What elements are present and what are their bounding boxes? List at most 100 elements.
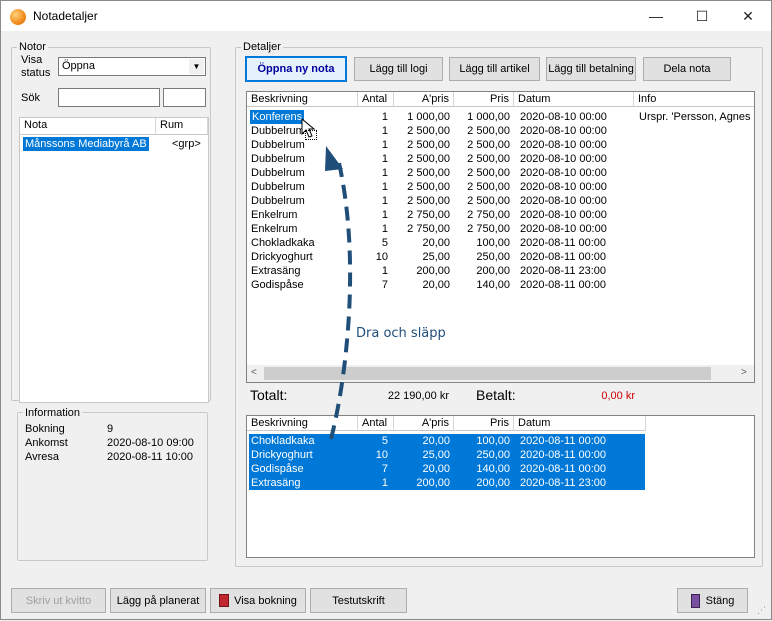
details-cell-pris[interactable]: 200,00 [454,264,510,278]
split-cell-pris[interactable]: 250,00 [454,448,510,462]
split-cell-apris[interactable]: 20,00 [394,462,450,476]
col-info[interactable]: Info [634,92,754,107]
search-input[interactable] [58,88,160,107]
split-cell-antal[interactable]: 7 [358,462,388,476]
details-cell-apris[interactable]: 2 500,00 [394,166,450,180]
details-cell-datum[interactable]: 2020-08-10 00:00 [520,152,630,166]
details-cell-desc[interactable]: Drickyoghurt [251,250,351,264]
split-cell-pris[interactable]: 100,00 [454,434,510,448]
add-artikel-button[interactable]: Lägg till artikel [449,57,540,81]
split-cell-apris[interactable]: 200,00 [394,476,450,490]
split-cell-datum[interactable]: 2020-08-11 00:00 [520,448,630,462]
details-cell-desc[interactable]: Enkelrum [251,208,351,222]
details-cell-datum[interactable]: 2020-08-10 00:00 [520,166,630,180]
horizontal-scrollbar[interactable]: < > [247,365,754,382]
details-cell-datum[interactable]: 2020-08-10 00:00 [520,138,630,152]
details-cell-pris[interactable]: 250,00 [454,250,510,264]
split-cell-pris[interactable]: 200,00 [454,476,510,490]
open-new-nota-button[interactable]: Öppna ny nota [245,56,347,82]
scroll-right-icon[interactable]: > [741,367,747,378]
split-cell-antal[interactable]: 1 [358,476,388,490]
scroll-left-icon[interactable]: < [251,367,257,378]
details-cell-desc[interactable]: Dubbelrum [251,194,351,208]
details-cell-datum[interactable]: 2020-08-11 00:00 [520,236,630,250]
split-cell-datum[interactable]: 2020-08-11 00:00 [520,462,630,476]
details-cell-info[interactable]: Urspr. 'Persson, Agnes ( [639,110,754,124]
details-cell-antal[interactable]: 1 [358,138,388,152]
dela-nota-button[interactable]: Dela nota [643,57,731,81]
details-cell-apris[interactable]: 1 000,00 [394,110,450,124]
split-cell-antal[interactable]: 5 [358,434,388,448]
details-cell-antal[interactable]: 1 [358,180,388,194]
resize-grip-icon[interactable]: ⋰ [757,605,766,616]
nota-header[interactable]: Nota [20,118,156,135]
details-cell-apris[interactable]: 20,00 [394,278,450,292]
col-apris[interactable]: A'pris [394,92,454,107]
details-cell-datum[interactable]: 2020-08-10 00:00 [520,180,630,194]
details-cell-antal[interactable]: 1 [358,110,388,124]
split-cell-datum[interactable]: 2020-08-11 00:00 [520,434,630,448]
nota-list[interactable]: Nota Rum Månssons Mediabyrå AB <grp> [19,117,209,403]
add-logi-button[interactable]: Lägg till logi [354,57,443,81]
nota-row-name[interactable]: Månssons Mediabyrå AB [23,137,149,151]
chevron-down-icon[interactable]: ▼ [189,59,204,74]
details-cell-pris[interactable]: 100,00 [454,236,510,250]
details-cell-pris[interactable]: 1 000,00 [454,110,510,124]
details-cell-apris[interactable]: 2 500,00 [394,180,450,194]
details-cell-pris[interactable]: 2 500,00 [454,194,510,208]
details-cell-apris[interactable]: 200,00 [394,264,450,278]
details-cell-desc[interactable]: Enkelrum [251,222,351,236]
rum-header[interactable]: Rum [156,118,208,135]
title-bar[interactable]: Notadetaljer — ☐ ✕ [1,1,771,31]
details-cell-datum[interactable]: 2020-08-11 23:00 [520,264,630,278]
maximize-button[interactable]: ☐ [679,1,725,31]
details-cell-datum[interactable]: 2020-08-11 00:00 [520,278,630,292]
col-antal[interactable]: Antal [358,92,394,107]
details-cell-datum[interactable]: 2020-08-10 00:00 [520,208,630,222]
close-button[interactable]: ✕ [725,1,771,31]
details-cell-desc[interactable]: Dubbelrum [251,138,351,152]
details-cell-antal[interactable]: 1 [358,152,388,166]
split-cell-desc[interactable]: Chokladkaka [251,434,351,448]
details-cell-apris[interactable]: 2 750,00 [394,208,450,222]
details-cell-antal[interactable]: 10 [358,250,388,264]
details-cell-pris[interactable]: 2 500,00 [454,124,510,138]
col-datum[interactable]: Datum [514,92,634,107]
close-dialog-button[interactable]: Stäng [677,588,748,613]
details-cell-apris[interactable]: 2 500,00 [394,152,450,166]
add-betalning-button[interactable]: Lägg till betalning [546,57,636,81]
split-cell-apris[interactable]: 25,00 [394,448,450,462]
print-receipt-button[interactable]: Skriv ut kvitto [11,588,106,613]
details-cell-apris[interactable]: 2 500,00 [394,138,450,152]
details-cell-desc[interactable]: Godispåse [251,278,351,292]
details-cell-pris[interactable]: 2 500,00 [454,180,510,194]
details-cell-antal[interactable]: 1 [358,264,388,278]
details-cell-antal[interactable]: 1 [358,222,388,236]
split-col-datum[interactable]: Datum [514,416,646,431]
search-input-secondary[interactable] [163,88,206,107]
split-cell-desc[interactable]: Extrasäng [251,476,351,490]
details-cell-datum[interactable]: 2020-08-10 00:00 [520,222,630,236]
nota-row-rum[interactable]: <grp> [172,137,201,151]
col-pris[interactable]: Pris [454,92,514,107]
split-col-apris[interactable]: A'pris [394,416,454,431]
details-cell-antal[interactable]: 7 [358,278,388,292]
details-cell-pris[interactable]: 2 500,00 [454,166,510,180]
split-grid[interactable]: Beskrivning Antal A'pris Pris Datum Chok… [246,415,755,558]
details-cell-datum[interactable]: 2020-08-10 00:00 [520,110,630,124]
split-col-beskrivning[interactable]: Beskrivning [247,416,358,431]
details-cell-apris[interactable]: 2 500,00 [394,194,450,208]
details-cell-antal[interactable]: 1 [358,208,388,222]
details-cell-desc[interactable]: Dubbelrum [251,180,351,194]
status-select[interactable]: Öppna ▼ [58,57,206,76]
details-cell-pris[interactable]: 2 750,00 [454,208,510,222]
details-cell-datum[interactable]: 2020-08-10 00:00 [520,194,630,208]
split-cell-datum[interactable]: 2020-08-11 23:00 [520,476,630,490]
details-cell-pris[interactable]: 2 500,00 [454,152,510,166]
details-cell-datum[interactable]: 2020-08-10 00:00 [520,124,630,138]
split-col-pris[interactable]: Pris [454,416,514,431]
split-col-antal[interactable]: Antal [358,416,394,431]
details-cell-antal[interactable]: 1 [358,124,388,138]
details-cell-desc[interactable]: Extrasäng [251,264,351,278]
details-cell-apris[interactable]: 2 750,00 [394,222,450,236]
